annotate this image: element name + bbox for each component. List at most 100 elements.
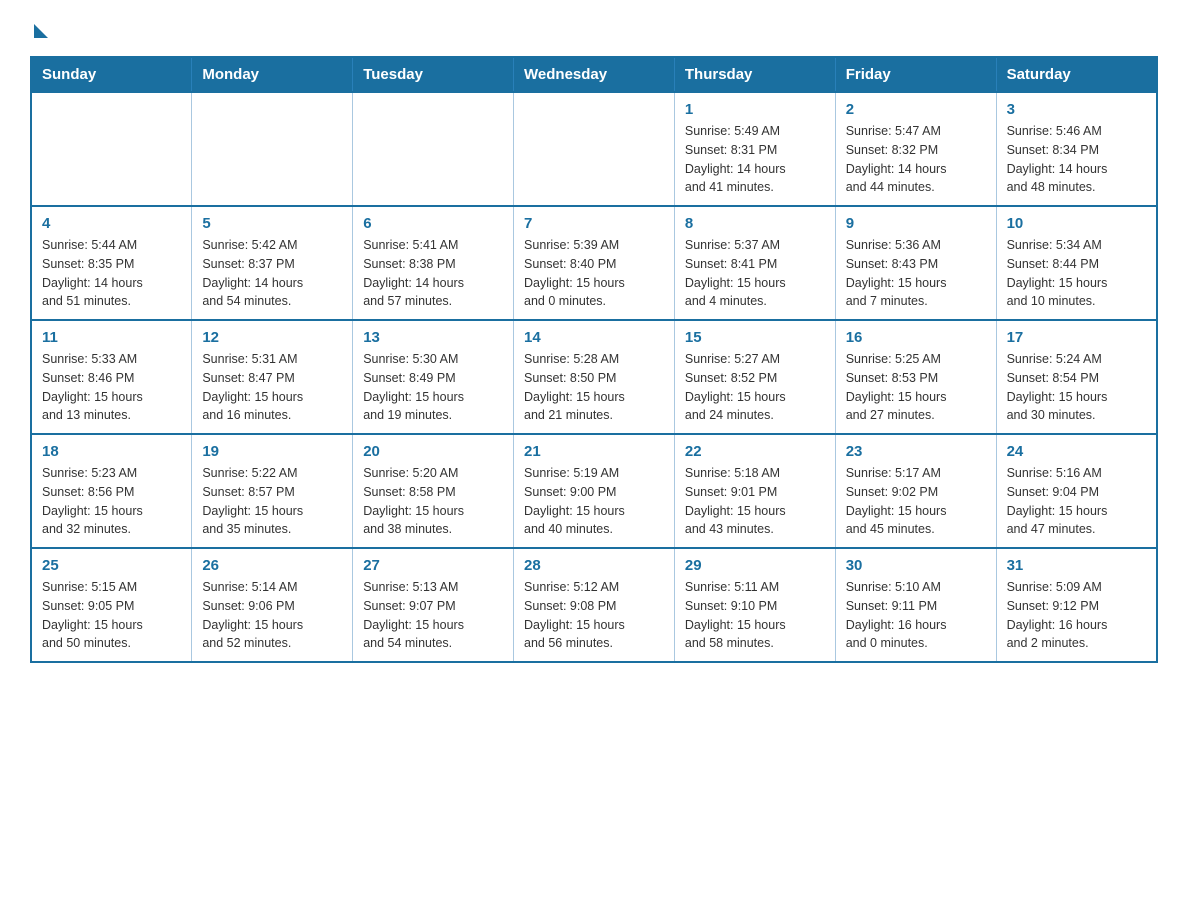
calendar-week-row: 18 Sunrise: 5:23 AMSunset: 8:56 PMDayligh…	[31, 434, 1157, 548]
logo-arrow-icon	[34, 24, 48, 38]
weekday-header-sunday: Sunday	[31, 57, 192, 92]
day-info: Sunrise: 5:47 AMSunset: 8:32 PMDaylight:…	[846, 122, 986, 197]
calendar-day-25: 25 Sunrise: 5:15 AMSunset: 9:05 PMDayligh…	[31, 548, 192, 662]
calendar-day-17: 17 Sunrise: 5:24 AMSunset: 8:54 PMDayligh…	[996, 320, 1157, 434]
day-info: Sunrise: 5:49 AMSunset: 8:31 PMDaylight:…	[685, 122, 825, 197]
weekday-header-monday: Monday	[192, 57, 353, 92]
calendar-day-26: 26 Sunrise: 5:14 AMSunset: 9:06 PMDayligh…	[192, 548, 353, 662]
day-number: 6	[363, 215, 503, 232]
day-number: 27	[363, 557, 503, 574]
day-info: Sunrise: 5:20 AMSunset: 8:58 PMDaylight:…	[363, 464, 503, 539]
day-number: 24	[1007, 443, 1146, 460]
day-number: 2	[846, 101, 986, 118]
day-number: 8	[685, 215, 825, 232]
calendar-day-5: 5 Sunrise: 5:42 AMSunset: 8:37 PMDaylight…	[192, 206, 353, 320]
day-info: Sunrise: 5:39 AMSunset: 8:40 PMDaylight:…	[524, 236, 664, 311]
day-number: 11	[42, 329, 181, 346]
calendar-day-4: 4Sunrise: 5:44 AMSunset: 8:35 PMDaylight…	[31, 206, 192, 320]
calendar-empty-cell	[31, 92, 192, 206]
day-number: 1	[685, 101, 825, 118]
day-info: Sunrise: 5:30 AMSunset: 8:49 PMDaylight:…	[363, 350, 503, 425]
day-number: 15	[685, 329, 825, 346]
day-info: Sunrise: 5:11 AMSunset: 9:10 PMDaylight:…	[685, 578, 825, 653]
weekday-header-tuesday: Tuesday	[353, 57, 514, 92]
calendar-week-row: 11 Sunrise: 5:33 AMSunset: 8:46 PMDayligh…	[31, 320, 1157, 434]
weekday-header-thursday: Thursday	[674, 57, 835, 92]
day-info: Sunrise: 5:25 AMSunset: 8:53 PMDaylight:…	[846, 350, 986, 425]
day-number: 29	[685, 557, 825, 574]
day-info: Sunrise: 5:37 AMSunset: 8:41 PMDaylight:…	[685, 236, 825, 311]
calendar-week-row: 4Sunrise: 5:44 AMSunset: 8:35 PMDaylight…	[31, 206, 1157, 320]
calendar-week-row: 25 Sunrise: 5:15 AMSunset: 9:05 PMDayligh…	[31, 548, 1157, 662]
calendar-day-22: 22 Sunrise: 5:18 AMSunset: 9:01 PMDayligh…	[674, 434, 835, 548]
calendar-empty-cell	[353, 92, 514, 206]
day-number: 13	[363, 329, 503, 346]
day-number: 23	[846, 443, 986, 460]
day-info: Sunrise: 5:41 AMSunset: 8:38 PMDaylight:…	[363, 236, 503, 311]
calendar-empty-cell	[192, 92, 353, 206]
weekday-header-friday: Friday	[835, 57, 996, 92]
calendar-day-2: 2 Sunrise: 5:47 AMSunset: 8:32 PMDaylight…	[835, 92, 996, 206]
day-number: 12	[202, 329, 342, 346]
calendar-day-30: 30 Sunrise: 5:10 AMSunset: 9:11 PMDayligh…	[835, 548, 996, 662]
day-info: Sunrise: 5:13 AMSunset: 9:07 PMDaylight:…	[363, 578, 503, 653]
logo	[30, 20, 48, 36]
calendar-table: SundayMondayTuesdayWednesdayThursdayFrid…	[30, 56, 1158, 663]
calendar-day-11: 11 Sunrise: 5:33 AMSunset: 8:46 PMDayligh…	[31, 320, 192, 434]
day-number: 10	[1007, 215, 1146, 232]
day-info: Sunrise: 5:27 AMSunset: 8:52 PMDaylight:…	[685, 350, 825, 425]
day-number: 9	[846, 215, 986, 232]
calendar-day-20: 20 Sunrise: 5:20 AMSunset: 8:58 PMDayligh…	[353, 434, 514, 548]
day-info: Sunrise: 5:42 AMSunset: 8:37 PMDaylight:…	[202, 236, 342, 311]
day-info: Sunrise: 5:18 AMSunset: 9:01 PMDaylight:…	[685, 464, 825, 539]
calendar-day-24: 24 Sunrise: 5:16 AMSunset: 9:04 PMDayligh…	[996, 434, 1157, 548]
weekday-header-saturday: Saturday	[996, 57, 1157, 92]
calendar-day-27: 27 Sunrise: 5:13 AMSunset: 9:07 PMDayligh…	[353, 548, 514, 662]
day-number: 7	[524, 215, 664, 232]
calendar-day-10: 10 Sunrise: 5:34 AMSunset: 8:44 PMDayligh…	[996, 206, 1157, 320]
calendar-header-row: SundayMondayTuesdayWednesdayThursdayFrid…	[31, 57, 1157, 92]
page: SundayMondayTuesdayWednesdayThursdayFrid…	[0, 0, 1188, 683]
day-info: Sunrise: 5:28 AMSunset: 8:50 PMDaylight:…	[524, 350, 664, 425]
calendar-day-28: 28 Sunrise: 5:12 AMSunset: 9:08 PMDayligh…	[514, 548, 675, 662]
day-info: Sunrise: 5:33 AMSunset: 8:46 PMDaylight:…	[42, 350, 181, 425]
day-info: Sunrise: 5:10 AMSunset: 9:11 PMDaylight:…	[846, 578, 986, 653]
day-info: Sunrise: 5:23 AMSunset: 8:56 PMDaylight:…	[42, 464, 181, 539]
calendar-day-15: 15 Sunrise: 5:27 AMSunset: 8:52 PMDayligh…	[674, 320, 835, 434]
day-info: Sunrise: 5:14 AMSunset: 9:06 PMDaylight:…	[202, 578, 342, 653]
day-number: 26	[202, 557, 342, 574]
calendar-day-14: 14Sunrise: 5:28 AMSunset: 8:50 PMDayligh…	[514, 320, 675, 434]
header	[30, 20, 1158, 36]
day-info: Sunrise: 5:44 AMSunset: 8:35 PMDaylight:…	[42, 236, 181, 311]
calendar-day-19: 19Sunrise: 5:22 AMSunset: 8:57 PMDayligh…	[192, 434, 353, 548]
day-number: 20	[363, 443, 503, 460]
calendar-empty-cell	[514, 92, 675, 206]
calendar-day-29: 29 Sunrise: 5:11 AMSunset: 9:10 PMDayligh…	[674, 548, 835, 662]
calendar-day-16: 16Sunrise: 5:25 AMSunset: 8:53 PMDayligh…	[835, 320, 996, 434]
day-info: Sunrise: 5:16 AMSunset: 9:04 PMDaylight:…	[1007, 464, 1146, 539]
calendar-day-6: 6 Sunrise: 5:41 AMSunset: 8:38 PMDaylight…	[353, 206, 514, 320]
day-info: Sunrise: 5:46 AMSunset: 8:34 PMDaylight:…	[1007, 122, 1146, 197]
calendar-day-31: 31Sunrise: 5:09 AMSunset: 9:12 PMDayligh…	[996, 548, 1157, 662]
calendar-day-3: 3 Sunrise: 5:46 AMSunset: 8:34 PMDaylight…	[996, 92, 1157, 206]
day-number: 5	[202, 215, 342, 232]
day-number: 22	[685, 443, 825, 460]
day-number: 18	[42, 443, 181, 460]
day-info: Sunrise: 5:19 AMSunset: 9:00 PMDaylight:…	[524, 464, 664, 539]
calendar-day-23: 23Sunrise: 5:17 AMSunset: 9:02 PMDayligh…	[835, 434, 996, 548]
day-number: 25	[42, 557, 181, 574]
day-number: 17	[1007, 329, 1146, 346]
day-number: 28	[524, 557, 664, 574]
day-info: Sunrise: 5:24 AMSunset: 8:54 PMDaylight:…	[1007, 350, 1146, 425]
calendar-day-9: 9Sunrise: 5:36 AMSunset: 8:43 PMDaylight…	[835, 206, 996, 320]
day-number: 3	[1007, 101, 1146, 118]
day-info: Sunrise: 5:15 AMSunset: 9:05 PMDaylight:…	[42, 578, 181, 653]
day-number: 31	[1007, 557, 1146, 574]
day-number: 19	[202, 443, 342, 460]
calendar-day-12: 12Sunrise: 5:31 AMSunset: 8:47 PMDayligh…	[192, 320, 353, 434]
day-info: Sunrise: 5:34 AMSunset: 8:44 PMDaylight:…	[1007, 236, 1146, 311]
day-number: 30	[846, 557, 986, 574]
day-info: Sunrise: 5:12 AMSunset: 9:08 PMDaylight:…	[524, 578, 664, 653]
calendar-day-13: 13 Sunrise: 5:30 AMSunset: 8:49 PMDayligh…	[353, 320, 514, 434]
calendar-day-21: 21Sunrise: 5:19 AMSunset: 9:00 PMDayligh…	[514, 434, 675, 548]
